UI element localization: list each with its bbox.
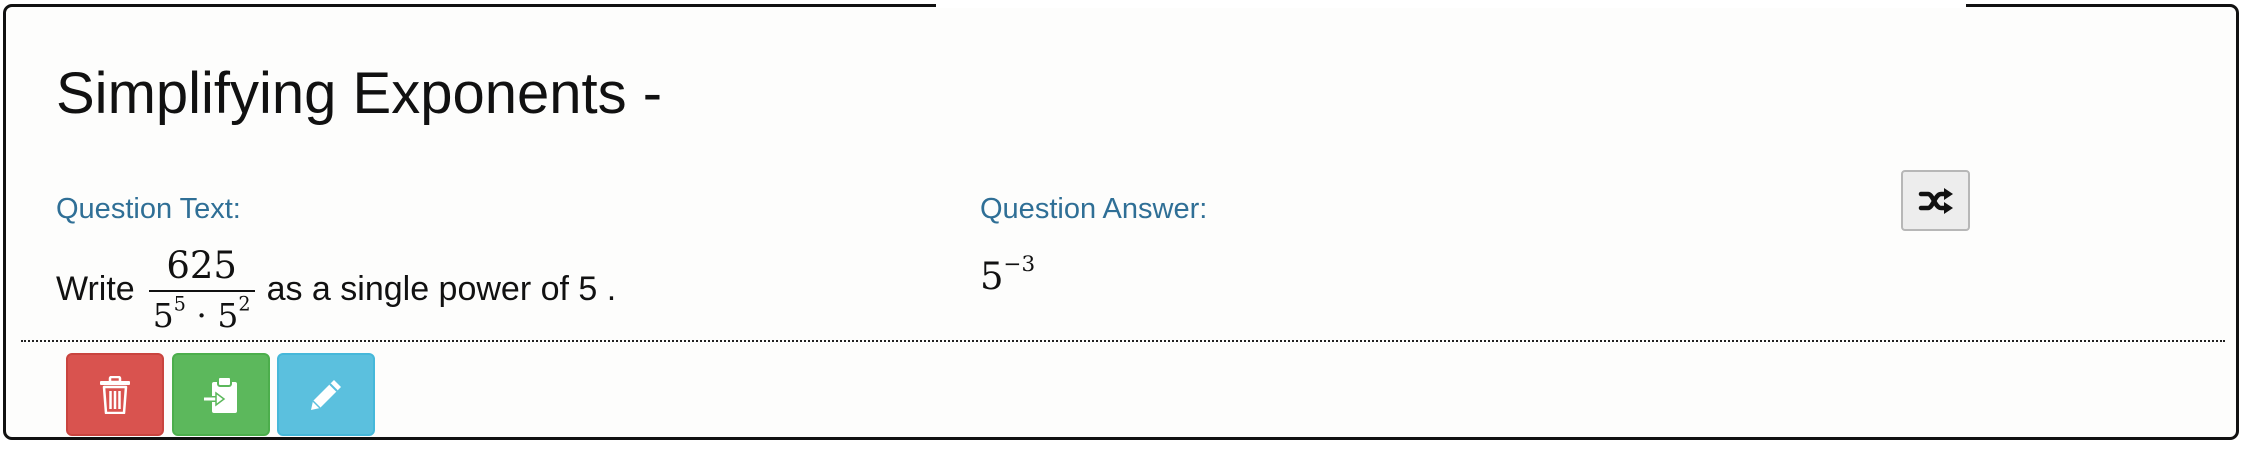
edit-button[interactable] — [277, 353, 375, 436]
denominator-base-1: 5 — [152, 295, 174, 335]
answer-base: 5 — [980, 255, 1004, 298]
question-text: Write 625 55 · 52 as a single power of 5… — [56, 243, 616, 335]
fraction-denominator: 55 · 52 — [149, 292, 255, 335]
question-prefix: Write — [56, 269, 135, 308]
question-fraction: 625 55 · 52 — [148, 243, 255, 335]
denominator-exponent-1: 5 — [173, 292, 186, 316]
question-suffix: as a single power of 5 . — [266, 269, 617, 308]
copy-to-clipboard-button[interactable] — [172, 353, 270, 436]
question-answer: 5−3 — [980, 251, 1036, 298]
answer-exponent: −3 — [1003, 251, 1036, 277]
page-title: Simplifying Exponents - — [56, 61, 663, 126]
pencil-icon — [311, 379, 341, 410]
denominator-base-2: 5 — [217, 295, 239, 335]
question-text-label: Question Text: — [56, 193, 241, 225]
question-answer-label: Question Answer: — [980, 193, 1208, 225]
card-border-gap — [936, 3, 1966, 8]
divider — [21, 340, 2225, 342]
delete-button[interactable] — [66, 353, 164, 436]
clipboard-import-icon — [203, 375, 237, 413]
trash-icon — [100, 375, 130, 414]
denominator-operator: · — [196, 295, 207, 335]
denominator-exponent-2: 2 — [238, 292, 251, 316]
question-card: Simplifying Exponents - Question Text: Q… — [3, 3, 2239, 440]
shuffle-icon — [1918, 187, 1953, 214]
fraction-numerator: 625 — [166, 243, 237, 287]
shuffle-button[interactable] — [1901, 170, 1970, 231]
